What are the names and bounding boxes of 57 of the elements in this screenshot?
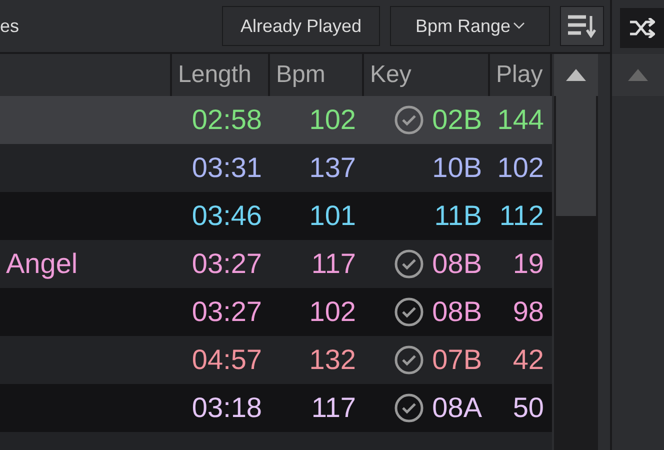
bpm-cell-text: 102 bbox=[308, 295, 357, 329]
track-row[interactable]: 02:58 102 02B 144 bbox=[0, 96, 552, 144]
plays-cell-text: 144 bbox=[496, 103, 545, 137]
check-circle-icon bbox=[394, 345, 424, 375]
bpm-cell-text: 132 bbox=[308, 343, 357, 377]
sort-button[interactable] bbox=[560, 6, 604, 46]
scroll-up-button[interactable] bbox=[554, 54, 598, 96]
length-cell-text: 03:46 bbox=[190, 199, 263, 233]
check-circle-icon bbox=[394, 105, 424, 135]
key-text: 10B bbox=[432, 152, 482, 184]
plays-cell-text: 98 bbox=[512, 295, 545, 329]
plays-cell-text: 50 bbox=[512, 391, 545, 425]
key-text: 07B bbox=[432, 344, 482, 376]
sort-list-icon bbox=[567, 14, 597, 38]
check-circle-icon bbox=[394, 297, 424, 327]
chevron-down-icon bbox=[512, 22, 525, 30]
column-header[interactable]: Key bbox=[364, 54, 488, 96]
panel-title: es bbox=[0, 16, 20, 36]
plays-cell-text: 19 bbox=[512, 247, 545, 281]
bpm-cell-text: 101 bbox=[308, 199, 357, 233]
length-cell-text: 03:27 bbox=[190, 247, 263, 281]
bpm-cell-text: 117 bbox=[310, 247, 357, 281]
track-row[interactable]: Angel 03:27 117 08B 19 bbox=[0, 240, 552, 288]
filter-button[interactable]: Already Played bbox=[222, 6, 380, 46]
plays-cell-text: 42 bbox=[512, 343, 545, 377]
shuffle-icon bbox=[629, 18, 655, 38]
column-header[interactable]: Length bbox=[172, 54, 268, 96]
length-cell-text: 03:18 bbox=[190, 391, 263, 425]
track-row[interactable]: 03:18 117 08A 50 bbox=[0, 384, 552, 432]
track-row[interactable]: 04:57 132 07B 42 bbox=[0, 336, 552, 384]
length-cell-text: 04:57 bbox=[190, 343, 263, 377]
length-cell-text: 02:58 bbox=[190, 103, 263, 137]
scrollbar-track[interactable] bbox=[554, 54, 598, 450]
column-header[interactable]: Play bbox=[490, 54, 550, 96]
key-text: 02B bbox=[432, 104, 482, 136]
length-cell-text: 03:27 bbox=[190, 295, 263, 329]
key-text: 08B bbox=[432, 296, 482, 328]
track-row[interactable]: 03:27 102 08B 98 bbox=[0, 288, 552, 336]
bpm-cell-text: 117 bbox=[310, 391, 357, 425]
key-text: 11B bbox=[434, 200, 482, 232]
plays-cell-text: 102 bbox=[496, 151, 545, 185]
scrollbar-thumb[interactable] bbox=[556, 96, 596, 216]
dropdown-button[interactable]: Bpm Range bbox=[390, 6, 550, 46]
check-circle-icon bbox=[394, 249, 424, 279]
key-text: 08B bbox=[432, 248, 482, 280]
bpm-cell-text: 137 bbox=[308, 151, 357, 185]
shuffle-button[interactable] bbox=[620, 8, 664, 48]
column-header[interactable]: Bpm bbox=[270, 54, 362, 96]
plays-cell-text: 112 bbox=[498, 199, 545, 233]
bpm-cell-text: 102 bbox=[308, 103, 357, 137]
scroll-up-icon[interactable] bbox=[566, 69, 586, 81]
check-circle-icon bbox=[394, 393, 424, 423]
track-row[interactable]: 03:46 101 11B 112 bbox=[0, 192, 552, 240]
title-cell-text: Angel bbox=[5, 247, 79, 281]
track-row[interactable]: 03:31 137 10B 102 bbox=[0, 144, 552, 192]
length-cell-text: 03:31 bbox=[190, 151, 263, 185]
key-text: 08A bbox=[432, 392, 482, 424]
